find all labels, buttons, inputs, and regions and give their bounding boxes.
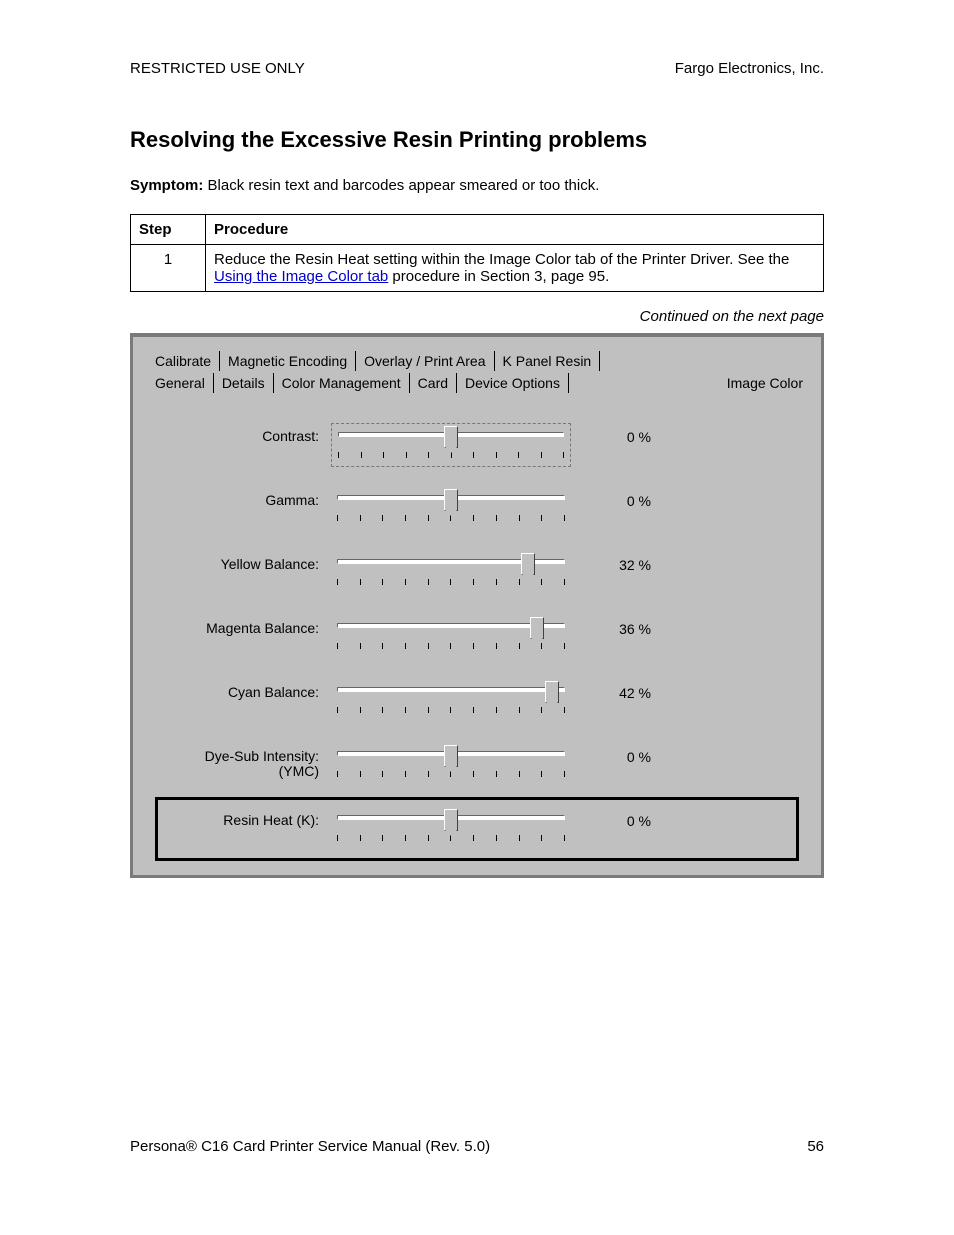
slider-value: 36 % xyxy=(571,615,651,637)
slider-thumb[interactable] xyxy=(521,553,535,575)
th-step: Step xyxy=(131,215,206,245)
slider-track[interactable] xyxy=(331,679,571,723)
procedure-table: Step Procedure 1 Reduce the Resin Heat s… xyxy=(130,214,824,292)
footer-left: Persona® C16 Card Printer Service Manual… xyxy=(130,1138,490,1155)
slider-value: 0 % xyxy=(571,423,651,445)
tab-image-color[interactable]: Image Color xyxy=(569,373,807,393)
slider-thumb[interactable] xyxy=(444,809,458,831)
step-procedure: Reduce the Resin Heat setting within the… xyxy=(206,245,824,292)
tab-details[interactable]: Details xyxy=(214,373,274,393)
slider-track[interactable] xyxy=(331,551,571,595)
tab-row-bottom: General Details Color Management Card De… xyxy=(147,373,807,393)
slider-track[interactable] xyxy=(331,423,571,467)
tab-color-management[interactable]: Color Management xyxy=(274,373,410,393)
th-procedure: Procedure xyxy=(206,215,824,245)
slider-row: Magenta Balance: 36 % xyxy=(155,605,799,669)
slider-label: Resin Heat (K): xyxy=(159,807,331,828)
tab-magnetic-encoding[interactable]: Magnetic Encoding xyxy=(220,351,356,371)
link-image-color-tab[interactable]: Using the Image Color tab xyxy=(214,268,388,285)
dialog-screenshot: Calibrate Magnetic Encoding Overlay / Pr… xyxy=(130,333,824,878)
header-left: RESTRICTED USE ONLY xyxy=(130,60,305,77)
slider-label: Yellow Balance: xyxy=(159,551,331,572)
slider-row: Yellow Balance: 32 % xyxy=(155,541,799,605)
symptom-line: Symptom: Black resin text and barcodes a… xyxy=(130,177,824,194)
header-right: Fargo Electronics, Inc. xyxy=(675,60,824,77)
slider-thumb[interactable] xyxy=(444,426,458,448)
tab-overlay-print-area[interactable]: Overlay / Print Area xyxy=(356,351,494,371)
page-title: Resolving the Excessive Resin Printing p… xyxy=(130,127,824,153)
slider-value: 0 % xyxy=(571,743,651,765)
slider-thumb[interactable] xyxy=(545,681,559,703)
slider-value: 32 % xyxy=(571,551,651,573)
slider-label: Gamma: xyxy=(159,487,331,508)
slider-track[interactable] xyxy=(331,807,571,851)
step-text-a: Reduce the Resin Heat setting within the… xyxy=(214,251,789,268)
slider-track[interactable] xyxy=(331,487,571,531)
continued-note: Continued on the next page xyxy=(130,308,824,325)
step-text-b: procedure in Section 3, page 95. xyxy=(388,268,609,285)
symptom-text: Black resin text and barcodes appear sme… xyxy=(208,177,600,194)
slider-label: Contrast: xyxy=(159,423,331,444)
slider-label: Dye-Sub Intensity:(YMC) xyxy=(159,743,331,780)
slider-row: Dye-Sub Intensity:(YMC) 0 % xyxy=(155,733,799,797)
step-number: 1 xyxy=(131,245,206,292)
slider-label: Cyan Balance: xyxy=(159,679,331,700)
tab-row-top: Calibrate Magnetic Encoding Overlay / Pr… xyxy=(147,351,807,371)
slider-row: Cyan Balance: 42 % xyxy=(155,669,799,733)
slider-track[interactable] xyxy=(331,615,571,659)
tab-general[interactable]: General xyxy=(147,373,214,393)
slider-label: Magenta Balance: xyxy=(159,615,331,636)
tab-card[interactable]: Card xyxy=(410,373,457,393)
tab-device-options[interactable]: Device Options xyxy=(457,373,569,393)
slider-thumb[interactable] xyxy=(444,489,458,511)
slider-row: Resin Heat (K): 0 % xyxy=(155,797,799,861)
slider-row: Gamma: 0 % xyxy=(155,477,799,541)
slider-value: 42 % xyxy=(571,679,651,701)
slider-thumb[interactable] xyxy=(444,745,458,767)
footer-page-number: 56 xyxy=(807,1138,824,1155)
slider-track[interactable] xyxy=(331,743,571,787)
slider-value: 0 % xyxy=(571,807,651,829)
tab-k-panel-resin[interactable]: K Panel Resin xyxy=(495,351,601,371)
slider-thumb[interactable] xyxy=(530,617,544,639)
sliders-panel: Contrast: 0 % Gamma: 0 % Yellow Balance: 32 %… xyxy=(147,413,807,861)
symptom-label: Symptom: xyxy=(130,177,203,194)
tab-calibrate[interactable]: Calibrate xyxy=(147,351,220,371)
slider-value: 0 % xyxy=(571,487,651,509)
slider-row: Contrast: 0 % xyxy=(155,413,799,477)
